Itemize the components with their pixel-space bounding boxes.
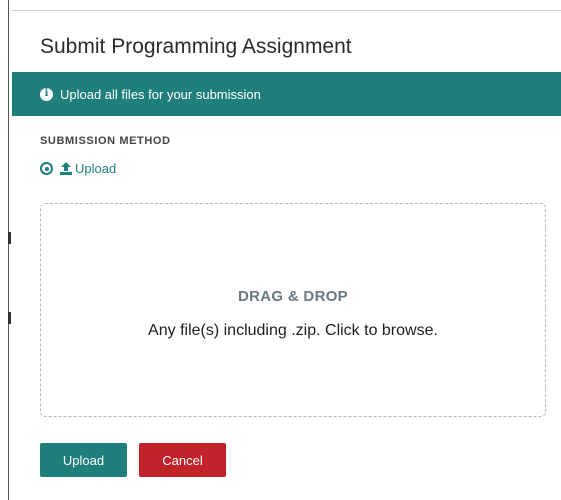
upload-button[interactable]: Upload	[40, 443, 127, 477]
background-edge-line	[8, 0, 9, 500]
info-banner-text: Upload all files for your submission	[60, 86, 261, 102]
background-edge-tick	[8, 232, 11, 244]
dropzone-title: DRAG & DROP	[238, 288, 348, 305]
dropzone-subtitle: Any file(s) including .zip. Click to bro…	[148, 322, 438, 339]
submission-method-heading: SUBMISSION METHOD	[40, 135, 171, 147]
info-banner: i Upload all files for your submission	[12, 72, 561, 116]
info-icon: i	[40, 87, 53, 101]
background-edge-tick	[8, 312, 11, 324]
modal-title: Submit Programming Assignment	[40, 35, 352, 58]
page: Submit Programming Assignment i Upload a…	[0, 0, 561, 500]
upload-method-label[interactable]: Upload	[75, 161, 116, 176]
file-dropzone[interactable]: DRAG & DROP Any file(s) including .zip. …	[40, 203, 546, 417]
upload-icon	[60, 162, 72, 175]
submission-method-option-upload[interactable]: Upload	[40, 161, 116, 176]
radio-selected-icon[interactable]	[40, 162, 53, 175]
submit-assignment-modal: Submit Programming Assignment i Upload a…	[12, 10, 561, 500]
cancel-button[interactable]: Cancel	[139, 443, 226, 477]
